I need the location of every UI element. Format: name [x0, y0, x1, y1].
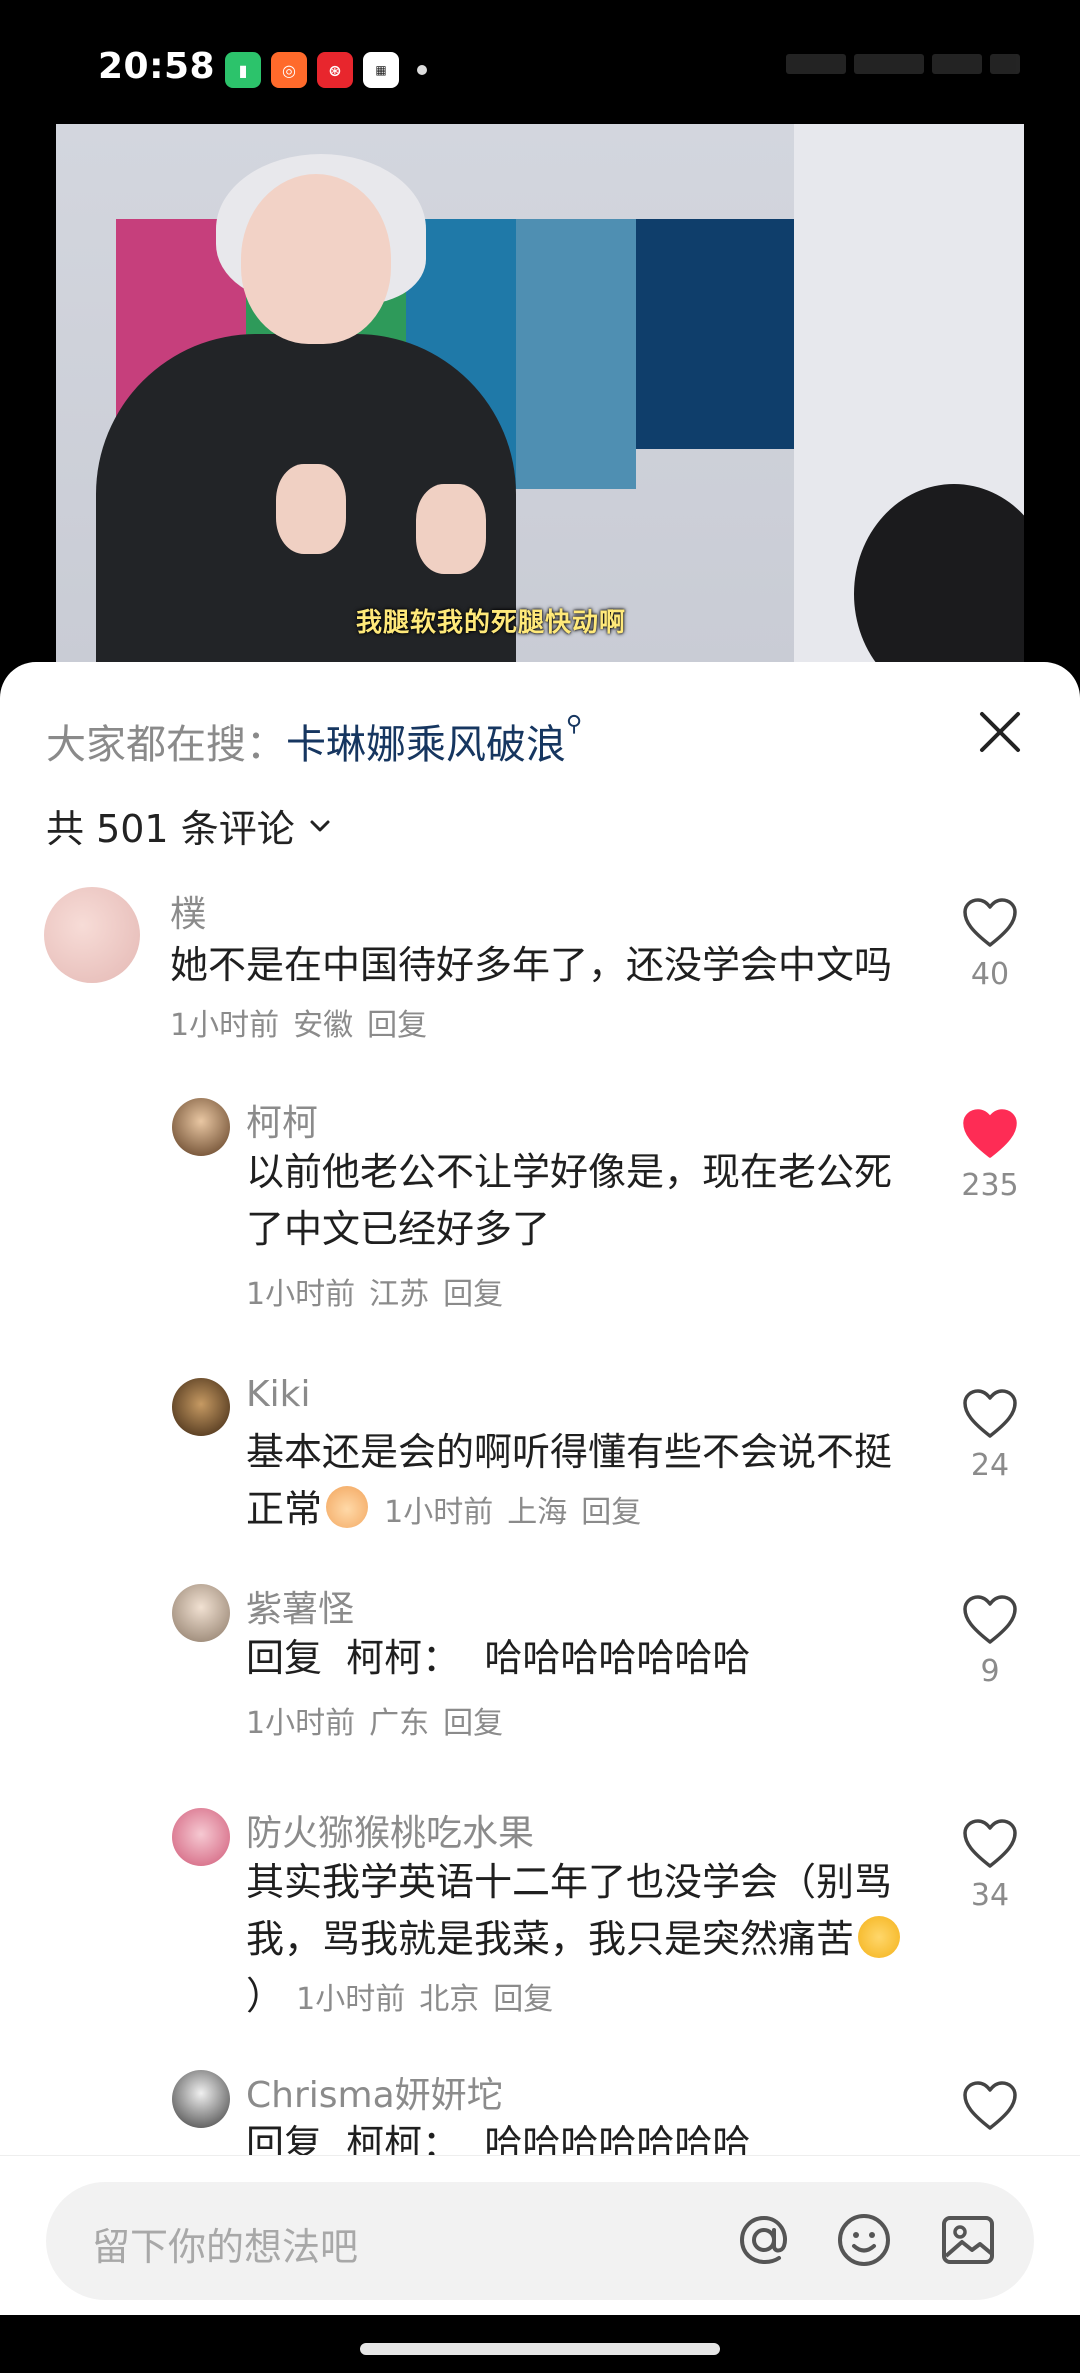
like-button[interactable]: 34: [942, 1818, 1038, 1913]
like-button[interactable]: 40: [942, 897, 1038, 992]
reply-button[interactable]: 回复: [443, 1706, 503, 1741]
shopping-app-icon: ⊛: [317, 52, 353, 88]
comment-text: 她不是在中国待好多年了，还没学会中文吗 1小时前 安徽 回复: [170, 937, 910, 1054]
comment-input-bar: 留下你的想法吧: [0, 2155, 1080, 2315]
comment-time: 1小时前: [296, 1982, 406, 2017]
comment-body: 她不是在中国待好多年了，还没学会中文吗: [170, 943, 893, 987]
comment-time: 1小时前: [170, 1008, 280, 1043]
comment-body: 回复 柯柯： 哈哈哈哈哈哈哈: [246, 1636, 751, 1680]
comment-text: 基本还是会的啊听得懂有些不会说不挺正常 1小时前 上海 回复: [246, 1424, 926, 1541]
heart-icon: [963, 1819, 1017, 1868]
comment-author[interactable]: 樸: [170, 885, 206, 937]
comment-time: 1小时前: [246, 1277, 356, 1312]
comment-input[interactable]: 留下你的想法吧: [46, 2182, 1034, 2300]
reply-button[interactable]: 回复: [443, 1277, 503, 1312]
heart-icon: [963, 2081, 1017, 2130]
avatar[interactable]: [172, 2070, 230, 2128]
more-notifications-dot: [417, 65, 427, 75]
trending-search-term[interactable]: 卡琳娜乘风破浪: [286, 722, 566, 768]
comment-meta: 1小时前 上海 回复: [384, 1495, 655, 1530]
comment-time: 1小时前: [246, 1706, 356, 1741]
app-notification-icon: ◎: [271, 52, 307, 88]
video-subtitle: 我腿软我的死腿快动啊: [356, 608, 627, 638]
video-player[interactable]: 我腿软我的死腿快动啊: [56, 124, 1024, 664]
search-icon: ⚲: [566, 712, 583, 737]
comment-text: 回复 柯柯： 哈哈哈哈哈哈哈 1小时前 广东 回复: [246, 1630, 926, 1752]
status-time: 20:58: [98, 46, 216, 87]
like-count: 40: [970, 957, 1010, 992]
heart-icon: [963, 1595, 1017, 1644]
trending-search[interactable]: 大家都在搜：卡琳娜乘风破浪⚲: [46, 712, 582, 770]
notification-icons: ▮ ◎ ⊛ ▦: [225, 52, 427, 88]
comment-location: 安徽: [293, 1008, 354, 1043]
like-button[interactable]: 235: [942, 1108, 1038, 1203]
status-indicators: [786, 54, 1020, 74]
trending-search-prefix: 大家都在搜：: [46, 722, 286, 768]
like-count: 235: [961, 1168, 1019, 1203]
comment-meta: 1小时前 江苏 回复: [246, 1266, 926, 1323]
like-button[interactable]: 9: [942, 1594, 1038, 1689]
battery-app-icon: ▮: [225, 52, 261, 88]
comment-text: 其实我学英语十二年了也没学会（别骂我，骂我就是我菜，我只是突然痛苦 ） 1小时前北…: [246, 1854, 926, 2028]
status-bar: 20:58 ▮ ◎ ⊛ ▦: [0, 0, 1080, 130]
reply-button[interactable]: 回复: [581, 1495, 641, 1530]
reply-button[interactable]: 回复: [367, 1008, 427, 1043]
heart-icon: [963, 1109, 1017, 1158]
comment-author[interactable]: 防火猕猴桃吃水果: [246, 1804, 534, 1856]
deal-app-icon: ▦: [363, 52, 399, 88]
like-count: 34: [970, 1878, 1010, 1913]
comment-author[interactable]: Kiki: [246, 1374, 310, 1415]
navigation-area: [0, 2315, 1080, 2373]
like-button[interactable]: 24: [942, 1388, 1038, 1483]
heart-icon: [963, 898, 1017, 947]
emoji-icon[interactable]: [832, 2208, 896, 2272]
avatar[interactable]: [172, 1808, 230, 1866]
comment-time: 1小时前: [384, 1495, 494, 1530]
reply-button[interactable]: 回复: [493, 1982, 553, 2017]
comment-count[interactable]: 共 501 条评论: [46, 798, 335, 853]
crying-emoji-icon: [326, 1486, 369, 1528]
comment-body: 以前他老公不让学好像是，现在老公死了中文已经好多了: [246, 1150, 893, 1251]
video-person-head: [241, 174, 391, 344]
home-indicator[interactable]: [360, 2343, 720, 2355]
image-icon[interactable]: [936, 2208, 1000, 2272]
comment-location: 广东: [369, 1706, 430, 1741]
comment-meta: 1小时前 北京 回复: [296, 1982, 567, 2017]
comment-location: 上海: [507, 1495, 568, 1530]
comment-text: 以前他老公不让学好像是，现在老公死了中文已经好多了 1小时前 江苏 回复: [246, 1144, 926, 1323]
heart-icon: [963, 1389, 1017, 1438]
avatar[interactable]: [172, 1378, 230, 1436]
like-count: 9: [980, 1654, 1000, 1689]
chevron-down-icon: [310, 820, 330, 831]
avatar[interactable]: [172, 1098, 230, 1156]
comment-count-label: 共 501 条评论: [46, 807, 295, 851]
comment-location: 江苏: [369, 1277, 430, 1312]
comment-input-placeholder: 留下你的想法吧: [92, 2225, 359, 2269]
comment-author[interactable]: 柯柯: [246, 1094, 318, 1146]
at-icon[interactable]: [732, 2208, 796, 2272]
avatar[interactable]: [172, 1584, 230, 1642]
suffering-emoji-icon: [858, 1916, 901, 1958]
like-count: 24: [970, 1448, 1010, 1483]
close-icon[interactable]: [970, 702, 1030, 762]
comment-body: 其实我学英语十二年了也没学会（别骂我，骂我就是我菜，我只是突然痛苦: [246, 1860, 893, 1961]
avatar[interactable]: [44, 887, 140, 983]
comment-body-end: ）: [246, 1974, 285, 2018]
comment-author[interactable]: Chrisma妍妍坨: [246, 2066, 503, 2118]
comment-author[interactable]: 紫薯怪: [246, 1580, 354, 1632]
comment-location: 北京: [419, 1982, 480, 2017]
comment-sheet: 大家都在搜：卡琳娜乘风破浪⚲ 共 501 条评论 樸 她不是在中国待好多年了，还…: [0, 662, 1080, 2373]
comment-meta: 1小时前 广东 回复: [246, 1695, 926, 1752]
comment-meta: 1小时前 安徽 回复: [170, 1008, 441, 1043]
like-button[interactable]: [942, 2080, 1038, 2132]
